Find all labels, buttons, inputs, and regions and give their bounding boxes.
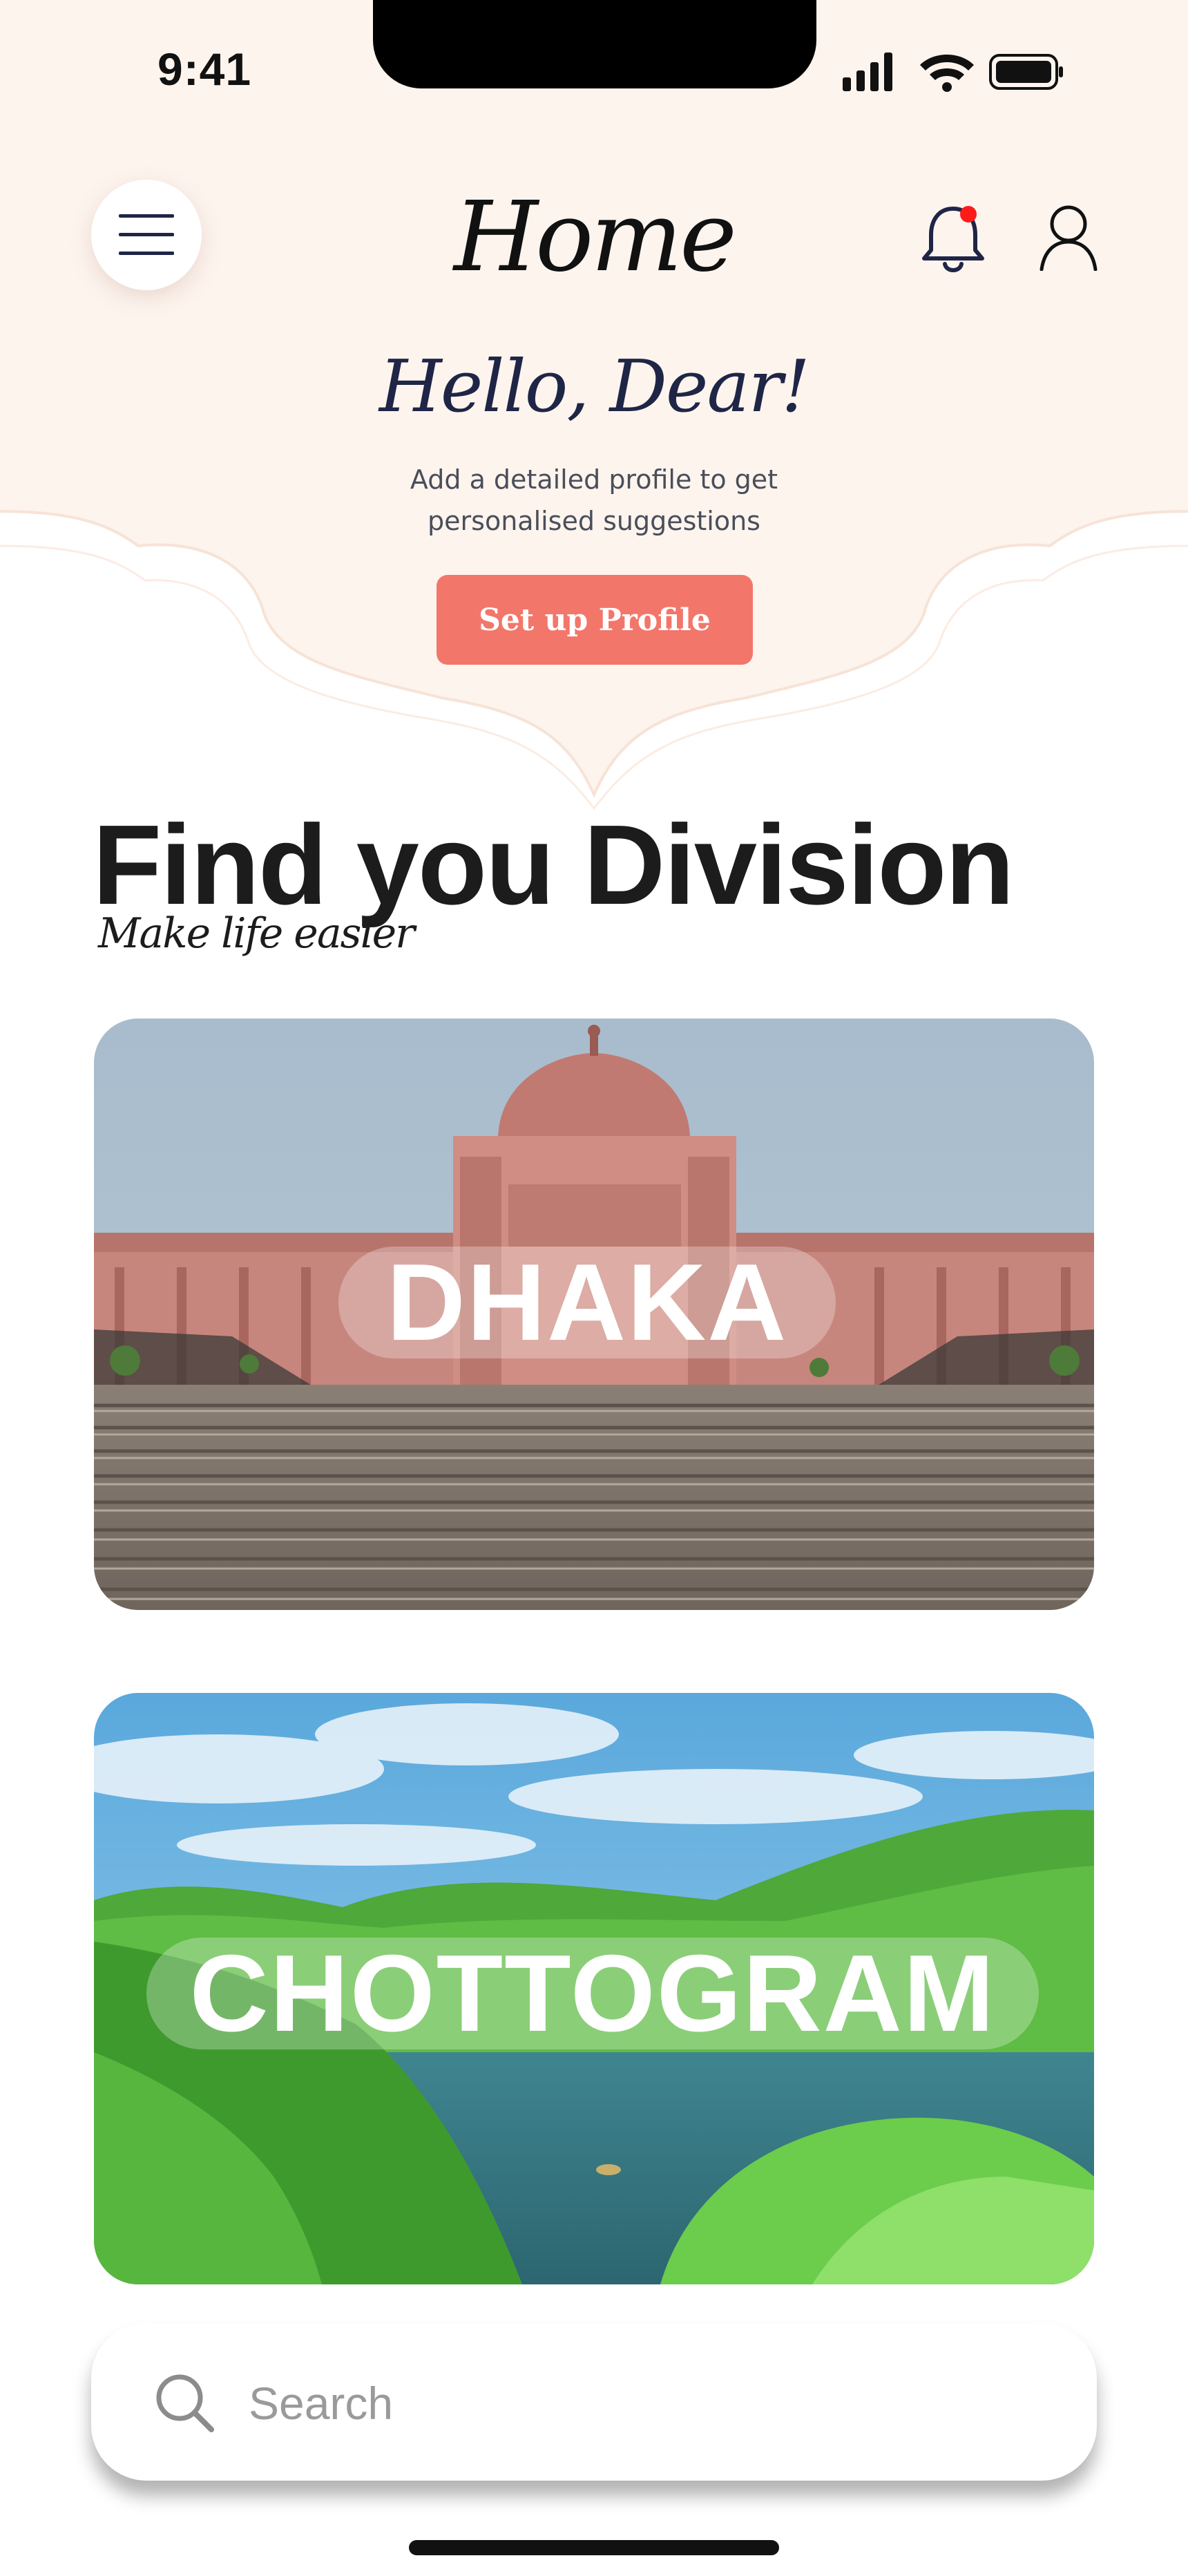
division-name: CHOTTOGRAM (146, 1933, 1039, 2054)
page-title: Home (454, 181, 737, 294)
division-card-chottogram[interactable]: CHOTTOGRAM (94, 1693, 1094, 2284)
notification-dot (960, 206, 977, 222)
status-icons (843, 53, 1063, 92)
wifi-icon (920, 55, 974, 92)
notification-bell-icon[interactable] (919, 200, 988, 276)
battery-icon (989, 54, 1063, 90)
division-name: DHAKA (338, 1242, 836, 1363)
status-time: 9:41 (157, 44, 252, 95)
home-indicator (409, 2540, 779, 2555)
profile-icon[interactable] (1037, 202, 1100, 271)
signal-icon (843, 53, 892, 91)
section-subtitle: Make life easier (98, 909, 415, 958)
profile-hint-line-1: Add a detailed profile to get (410, 464, 778, 495)
search-input[interactable] (247, 2365, 1010, 2442)
setup-profile-button[interactable]: Set up Profile (437, 575, 753, 665)
profile-hint: Add a detailed profile to get personalis… (318, 459, 870, 542)
device-notch (373, 0, 816, 88)
profile-hint-line-2: personalised suggestions (428, 506, 760, 536)
greeting: Hello, Dear! (379, 344, 810, 428)
division-card-dhaka[interactable]: DHAKA (94, 1019, 1094, 1610)
search-icon (156, 2374, 214, 2432)
search-bar[interactable] (91, 2323, 1097, 2481)
